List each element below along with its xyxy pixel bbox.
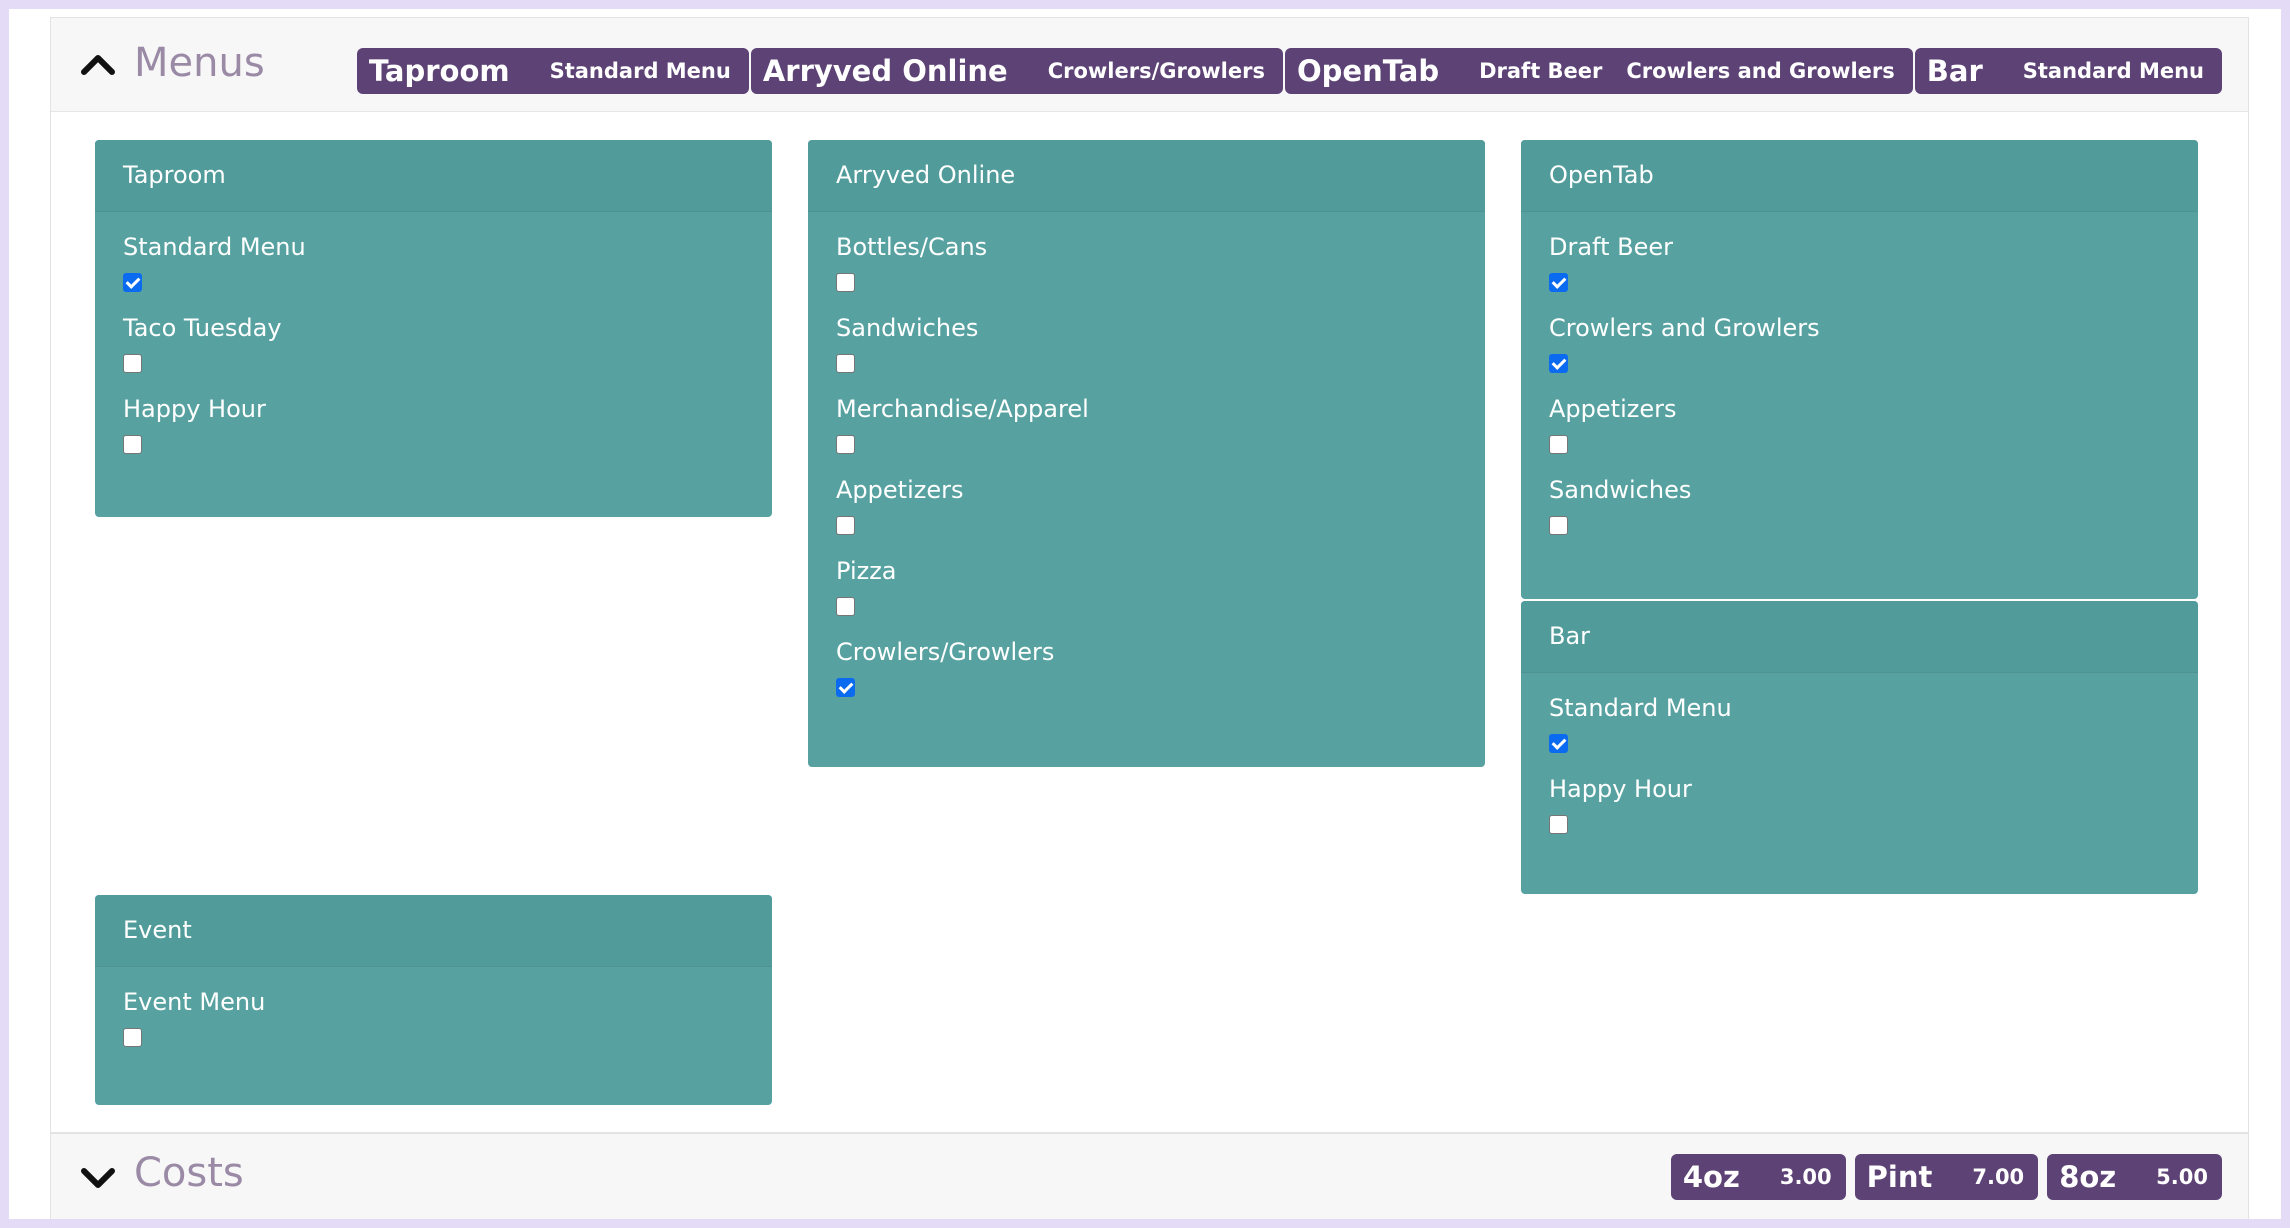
- menu-item-checkbox[interactable]: [836, 678, 855, 697]
- card-items: Bottles/Cans Sandwiches Merchandise/Appare…: [808, 212, 1485, 697]
- card-title: OpenTab: [1521, 140, 2198, 212]
- taproom-card: Taproom Standard Menu Taco Tuesday Happy H…: [95, 140, 772, 517]
- cost-size: 4oz: [1682, 1160, 1740, 1194]
- badge-sub: Draft Beer: [1479, 59, 1603, 83]
- menu-item-checkbox[interactable]: [1549, 435, 1568, 454]
- page-frame: Menus Taproom Standard Menu Arryved Onli…: [9, 9, 2281, 1219]
- menu-item-label: Appetizers: [1549, 395, 1677, 423]
- menu-item-checkbox[interactable]: [1549, 354, 1568, 373]
- badge-name: Taproom: [368, 54, 510, 88]
- menu-item-checkbox[interactable]: [1549, 516, 1568, 535]
- cost-value: 3.00: [1779, 1165, 1832, 1189]
- cost-size: 8oz: [2059, 1160, 2117, 1194]
- menu-item-label: Sandwiches: [1549, 476, 1692, 504]
- badge-sub: Crowlers/Growlers: [1047, 59, 1265, 83]
- card-items: Draft Beer Crowlers and Growlers Appetizer…: [1521, 212, 2198, 535]
- badge-sub: Standard Menu: [549, 59, 731, 83]
- menu-item-label: Bottles/Cans: [836, 233, 988, 261]
- menu-item-checkbox[interactable]: [836, 597, 855, 616]
- card-title: Bar: [1521, 601, 2198, 673]
- arryved-online-card: Arryved Online Bottles/Cans Sandwiches Mer…: [808, 140, 1485, 767]
- menu-item-checkbox[interactable]: [1549, 273, 1568, 292]
- card-items: Event Menu: [95, 967, 772, 1047]
- opentab-card: OpenTab Draft Beer Crowlers and Growlers A…: [1521, 140, 2198, 599]
- chevron-down-icon[interactable]: [79, 1158, 117, 1196]
- card-items: Standard Menu Happy Hour: [1521, 673, 2198, 834]
- cost-value: 7.00: [1972, 1165, 2025, 1189]
- menu-item-checkbox[interactable]: [836, 354, 855, 373]
- cost-size: Pint: [1866, 1160, 1933, 1194]
- menu-item-checkbox[interactable]: [123, 435, 142, 454]
- badge-name: OpenTab: [1296, 54, 1440, 88]
- cost-badge-pint: Pint 7.00: [1854, 1154, 2039, 1200]
- menus-section: Menus Taproom Standard Menu Arryved Onli…: [50, 17, 2249, 1133]
- costs-badges: 4oz 3.00 Pint 7.00 8oz 5.00: [1670, 1154, 2222, 1200]
- event-card: Event Event Menu: [95, 895, 772, 1105]
- chevron-up-icon[interactable]: [79, 46, 117, 84]
- menu-item-label: Happy Hour: [123, 395, 266, 423]
- badge-sub: Standard Menu: [2022, 59, 2204, 83]
- menu-item-label: Merchandise/Apparel: [836, 395, 1089, 423]
- card-title: Taproom: [95, 140, 772, 212]
- menu-item-label: Taco Tuesday: [123, 314, 282, 342]
- menu-badge-opentab: OpenTab Draft Beer Crowlers and Growlers: [1284, 48, 1913, 94]
- cost-badge-4oz: 4oz 3.00: [1670, 1154, 1846, 1200]
- menu-item-label: Appetizers: [836, 476, 964, 504]
- menu-item-checkbox[interactable]: [1549, 815, 1568, 834]
- menu-item-checkbox[interactable]: [1549, 734, 1568, 753]
- badge-name: Bar: [1926, 54, 1983, 88]
- costs-section: Costs 4oz 3.00 Pint 7.00 8oz 5.00: [50, 1133, 2249, 1219]
- costs-title: Costs: [134, 1150, 244, 1196]
- card-title: Event: [95, 895, 772, 967]
- menu-item-label: Crowlers and Growlers: [1549, 314, 1820, 342]
- menu-item-checkbox[interactable]: [123, 354, 142, 373]
- menu-item-checkbox[interactable]: [836, 516, 855, 535]
- menu-item-checkbox[interactable]: [836, 435, 855, 454]
- menu-item-label: Pizza: [836, 557, 897, 585]
- bar-card: Bar Standard Menu Happy Hour: [1521, 601, 2198, 894]
- badge-sub: Crowlers and Growlers: [1626, 59, 1895, 83]
- menu-badge-taproom: Taproom Standard Menu: [356, 48, 749, 94]
- menu-item-label: Standard Menu: [1549, 694, 1732, 722]
- menu-item-checkbox[interactable]: [836, 273, 855, 292]
- menus-badges: Taproom Standard Menu Arryved Online Cro…: [356, 48, 2222, 94]
- menu-item-label: Crowlers/Growlers: [836, 638, 1055, 666]
- card-title: Arryved Online: [808, 140, 1485, 212]
- menu-badge-arryved: Arryved Online Crowlers/Growlers: [750, 48, 1283, 94]
- menu-item-checkbox[interactable]: [123, 273, 142, 292]
- menu-item-label: Standard Menu: [123, 233, 306, 261]
- menus-header[interactable]: Menus Taproom Standard Menu Arryved Onli…: [51, 18, 2248, 112]
- menu-item-label: Event Menu: [123, 988, 266, 1016]
- costs-header[interactable]: Costs 4oz 3.00 Pint 7.00 8oz 5.00: [51, 1134, 2248, 1219]
- cost-value: 5.00: [2156, 1165, 2208, 1189]
- menu-item-label: Draft Beer: [1549, 233, 1673, 261]
- menu-item-label: Happy Hour: [1549, 775, 1692, 803]
- menus-title: Menus: [134, 40, 265, 86]
- card-items: Standard Menu Taco Tuesday Happy Hour: [95, 212, 772, 454]
- menu-item-checkbox[interactable]: [123, 1028, 142, 1047]
- menu-item-label: Sandwiches: [836, 314, 979, 342]
- badge-name: Arryved Online: [762, 54, 1008, 88]
- cost-badge-8oz: 8oz 5.00: [2047, 1154, 2222, 1200]
- menu-badge-bar: Bar Standard Menu: [1914, 48, 2222, 94]
